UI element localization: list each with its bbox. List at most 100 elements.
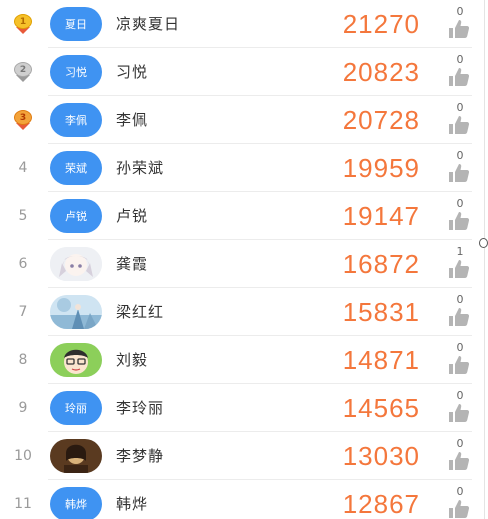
avatar-initials: 习悦 [65, 66, 87, 79]
user-name: 李佩 [116, 111, 149, 129]
step-score: 20823 [342, 57, 420, 87]
step-score: 12867 [342, 489, 420, 519]
rank-number: 10 [14, 448, 32, 464]
ranking-row[interactable]: 10 李梦静 13030 0 [0, 432, 472, 480]
avatar-photo[interactable] [50, 343, 102, 377]
medal-rank-number: 2 [14, 62, 32, 77]
like-button[interactable]: 0 [446, 486, 472, 519]
ranking-row[interactable]: 1 夏日 凉爽夏日 21270 0 [0, 0, 472, 48]
avatar[interactable]: 韩烨 [50, 487, 102, 519]
medal-icon: 3 [13, 109, 33, 131]
user-name: 卢锐 [116, 207, 149, 225]
avatar[interactable]: 玲丽 [50, 391, 102, 425]
rank-cell: 10 [8, 432, 38, 480]
thumbs-up-icon [448, 451, 470, 475]
ranking-row[interactable]: 8 刘毅 14871 0 [0, 336, 472, 384]
ranking-row[interactable]: 3 李佩 李佩 20728 0 [0, 96, 472, 144]
rank-number: 5 [18, 208, 28, 224]
user-name: 李玲丽 [116, 399, 165, 417]
thumbs-up-icon [448, 403, 470, 427]
medal-rank-number: 1 [14, 14, 32, 29]
thumbs-up-icon [448, 211, 470, 235]
step-score: 15831 [342, 297, 420, 327]
rank-number: 11 [14, 496, 32, 512]
like-button[interactable]: 0 [446, 198, 472, 234]
ranking-row[interactable]: 9 玲丽 李玲丽 14565 0 [0, 384, 472, 432]
like-button[interactable]: 0 [446, 54, 472, 90]
like-button[interactable]: 0 [446, 6, 472, 42]
avatar-photo[interactable] [50, 295, 102, 329]
rank-cell: 4 [8, 144, 38, 192]
avatar[interactable]: 夏日 [50, 7, 102, 41]
step-score: 21270 [342, 9, 420, 39]
user-name: 习悦 [116, 63, 149, 81]
like-count: 1 [456, 245, 464, 258]
rank-number: 8 [18, 352, 28, 368]
thumbs-up-icon [448, 499, 470, 519]
step-score: 13030 [342, 441, 420, 471]
like-count: 0 [456, 437, 464, 450]
ranking-list: 1 夏日 凉爽夏日 21270 0 2 习悦 习悦 20823 0 3 李佩 李佩 20728 0 4 荣斌 孙荣… [0, 0, 472, 519]
medal-rank-number: 3 [14, 110, 32, 125]
user-name: 孙荣斌 [116, 159, 165, 177]
like-count: 0 [456, 5, 464, 18]
rank-cell: 3 [8, 96, 38, 144]
avatar-initials: 李佩 [65, 114, 87, 127]
like-button[interactable]: 0 [446, 150, 472, 186]
ranking-row[interactable]: 7 梁红红 15831 0 [0, 288, 472, 336]
like-button[interactable]: 0 [446, 390, 472, 426]
step-score: 20728 [342, 105, 420, 135]
thumbs-up-icon [448, 163, 470, 187]
like-button[interactable]: 0 [446, 342, 472, 378]
like-count: 0 [456, 101, 464, 114]
scroll-handle[interactable] [479, 238, 488, 248]
user-name: 梁红红 [116, 303, 165, 321]
step-score: 19959 [342, 153, 420, 183]
avatar[interactable]: 荣斌 [50, 151, 102, 185]
scrollbar-track [484, 0, 485, 519]
rank-number: 6 [18, 256, 28, 272]
user-name: 龚霞 [116, 255, 149, 273]
avatar[interactable]: 习悦 [50, 55, 102, 89]
rank-number: 7 [18, 304, 28, 320]
avatar-photo[interactable] [50, 439, 102, 473]
thumbs-up-icon [448, 355, 470, 379]
ranking-row[interactable]: 4 荣斌 孙荣斌 19959 0 [0, 144, 472, 192]
like-button[interactable]: 0 [446, 438, 472, 474]
ranking-row[interactable]: 6 龚霞 16872 1 [0, 240, 472, 288]
user-name: 刘毅 [116, 351, 149, 369]
rank-cell: 11 [8, 480, 38, 519]
like-count: 0 [456, 53, 464, 66]
like-button[interactable]: 0 [446, 102, 472, 138]
like-count: 0 [456, 149, 464, 162]
user-name: 李梦静 [116, 447, 165, 465]
rank-cell: 9 [8, 384, 38, 432]
like-count: 0 [456, 293, 464, 306]
step-score: 14565 [342, 393, 420, 423]
ranking-row[interactable]: 5 卢锐 卢锐 19147 0 [0, 192, 472, 240]
rank-cell: 7 [8, 288, 38, 336]
ranking-row[interactable]: 11 韩烨 韩烨 12867 0 [0, 480, 472, 519]
ranking-row[interactable]: 2 习悦 习悦 20823 0 [0, 48, 472, 96]
like-button[interactable]: 1 [446, 246, 472, 282]
medal-icon: 2 [13, 61, 33, 83]
step-score: 14871 [342, 345, 420, 375]
like-button[interactable]: 0 [446, 294, 472, 330]
avatar[interactable]: 李佩 [50, 103, 102, 137]
avatar-initials: 卢锐 [65, 210, 87, 223]
thumbs-up-icon [448, 67, 470, 91]
medal-icon: 1 [13, 13, 33, 35]
step-score: 19147 [342, 201, 420, 231]
rank-number: 4 [18, 160, 28, 176]
avatar-initials: 韩烨 [65, 498, 87, 511]
like-count: 0 [456, 389, 464, 402]
user-name: 韩烨 [116, 495, 149, 513]
leaderboard-page: 1 夏日 凉爽夏日 21270 0 2 习悦 习悦 20823 0 3 李佩 李佩 20728 0 4 荣斌 孙荣… [0, 0, 488, 519]
step-score: 16872 [342, 249, 420, 279]
avatar-initials: 夏日 [65, 18, 87, 31]
thumbs-up-icon [448, 307, 470, 331]
thumbs-up-icon [448, 115, 470, 139]
avatar[interactable]: 卢锐 [50, 199, 102, 233]
avatar-photo[interactable] [50, 247, 102, 281]
rank-cell: 8 [8, 336, 38, 384]
